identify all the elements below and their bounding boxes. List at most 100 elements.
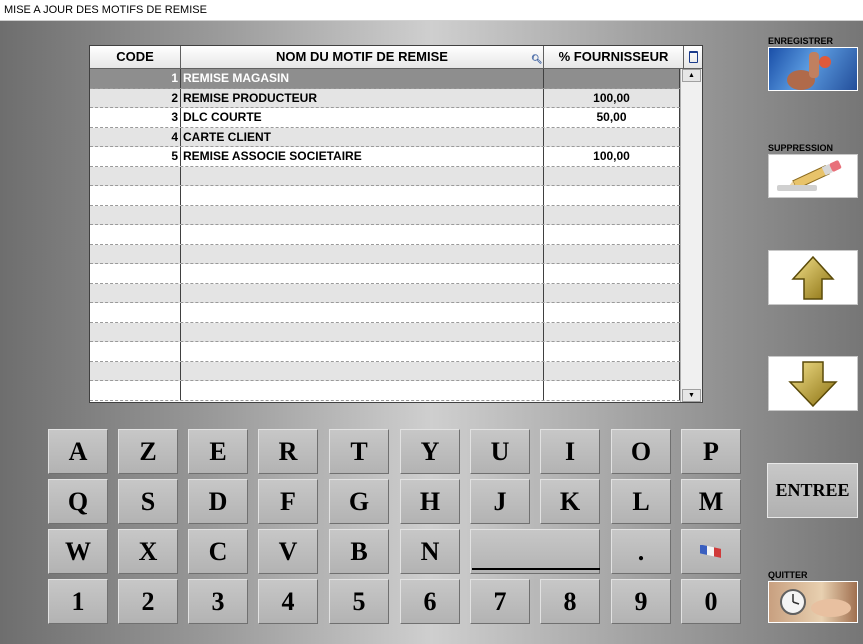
space-bar-line [472,568,600,570]
table-row[interactable] [90,381,680,401]
key-3[interactable]: 3 [188,579,248,624]
key-q[interactable]: Q [48,479,108,524]
delete-image [768,154,858,198]
window-title: MISE A JOUR DES MOTIFS DE REMISE [0,0,863,21]
key-t[interactable]: T [329,429,389,474]
cell-code [90,166,181,185]
table-row[interactable] [90,264,680,284]
cell-code [90,283,181,302]
save-button[interactable]: ENREGISTRER [768,37,858,91]
cell-percent [544,186,680,205]
key-p[interactable]: P [681,429,741,474]
cell-percent [544,342,680,361]
delete-button[interactable]: SUPPRESSION [768,144,858,198]
key-r[interactable]: R [258,429,318,474]
move-down-button[interactable] [768,356,858,411]
enter-button[interactable]: ENTREE [767,463,858,518]
cell-code [90,381,181,400]
table-row[interactable]: 4 CARTE CLIENT [90,127,680,147]
key-m[interactable]: M [681,479,741,524]
arrow-up-icon [791,255,835,300]
table-row[interactable]: 5 REMISE ASSOCIE SOCIETAIRE 100,00 [90,147,680,167]
key-l[interactable]: L [611,479,671,524]
cell-percent [544,322,680,341]
cell-code: 3 [90,108,181,127]
cell-name: CARTE CLIENT [181,127,544,146]
key-o[interactable]: O [611,429,671,474]
cell-percent [544,303,680,322]
table-row[interactable] [90,283,680,303]
header-percent[interactable]: % FOURNISSEUR [544,46,684,68]
key-6[interactable]: 6 [400,579,460,624]
cell-name: DLC COURTE [181,108,544,127]
cell-code [90,322,181,341]
key-dot[interactable]: . [611,529,671,574]
key-i[interactable]: I [540,429,600,474]
key-e[interactable]: E [188,429,248,474]
table-row[interactable] [90,342,680,362]
cell-code [90,264,181,283]
cell-code: 2 [90,88,181,107]
cell-code: 1 [90,69,181,88]
scroll-up-icon[interactable]: ▲ [682,69,701,82]
cell-name: REMISE MAGASIN [181,69,544,88]
key-y[interactable]: Y [400,429,460,474]
key-2[interactable]: 2 [118,579,178,624]
cell-percent [544,69,680,88]
key-0[interactable]: 0 [681,579,741,624]
key-a[interactable]: A [48,429,108,474]
key-5[interactable]: 5 [329,579,389,624]
quit-button[interactable]: QUITTER [768,571,858,623]
table-row[interactable] [90,303,680,323]
key-7[interactable]: 7 [470,579,530,624]
hand-press-icon [787,52,831,90]
key-4[interactable]: 4 [258,579,318,624]
key-8[interactable]: 8 [540,579,600,624]
search-icon[interactable]: 🔍︎ [531,55,542,64]
trash-icon[interactable] [684,46,702,68]
key-u[interactable]: U [470,429,530,474]
arrow-down-icon [788,360,838,407]
table-row[interactable] [90,186,680,206]
key-1[interactable]: 1 [48,579,108,624]
cell-name [181,322,544,341]
key-c[interactable]: C [188,529,248,574]
cell-code [90,303,181,322]
key-x[interactable]: X [118,529,178,574]
table-row[interactable] [90,205,680,225]
key-w[interactable]: W [48,529,108,574]
key-n[interactable]: N [400,529,460,574]
key-h[interactable]: H [400,479,460,524]
key-s[interactable]: S [118,479,178,524]
header-name-label: NOM DU MOTIF DE REMISE [276,49,448,64]
key-9[interactable]: 9 [611,579,671,624]
header-code[interactable]: CODE [90,46,181,68]
key-j[interactable]: J [470,479,530,524]
table-row[interactable]: 2 REMISE PRODUCTEUR 100,00 [90,88,680,108]
move-up-button[interactable] [768,250,858,305]
key-d[interactable]: D [188,479,248,524]
table-row[interactable] [90,361,680,381]
table-row[interactable]: 1 REMISE MAGASIN [90,69,680,89]
table-row[interactable] [90,322,680,342]
key-b[interactable]: B [329,529,389,574]
header-name[interactable]: NOM DU MOTIF DE REMISE 🔍︎ [181,46,544,68]
table-row[interactable] [90,166,680,186]
cell-code [90,186,181,205]
key-z[interactable]: Z [118,429,178,474]
table-row[interactable] [90,225,680,245]
table-row[interactable]: 3 DLC COURTE 50,00 [90,108,680,128]
cell-code [90,244,181,263]
scroll-down-icon[interactable]: ▼ [682,389,701,402]
key-v[interactable]: V [258,529,318,574]
cell-name [181,381,544,400]
key-k[interactable]: K [540,479,600,524]
key-f[interactable]: F [258,479,318,524]
vertical-scrollbar[interactable]: ▲ ▼ [680,69,702,402]
alarm-clock-icon [780,589,851,617]
key-g[interactable]: G [329,479,389,524]
cell-name [181,264,544,283]
key-language[interactable] [681,529,741,574]
cell-percent [544,381,680,400]
table-row[interactable] [90,244,680,264]
